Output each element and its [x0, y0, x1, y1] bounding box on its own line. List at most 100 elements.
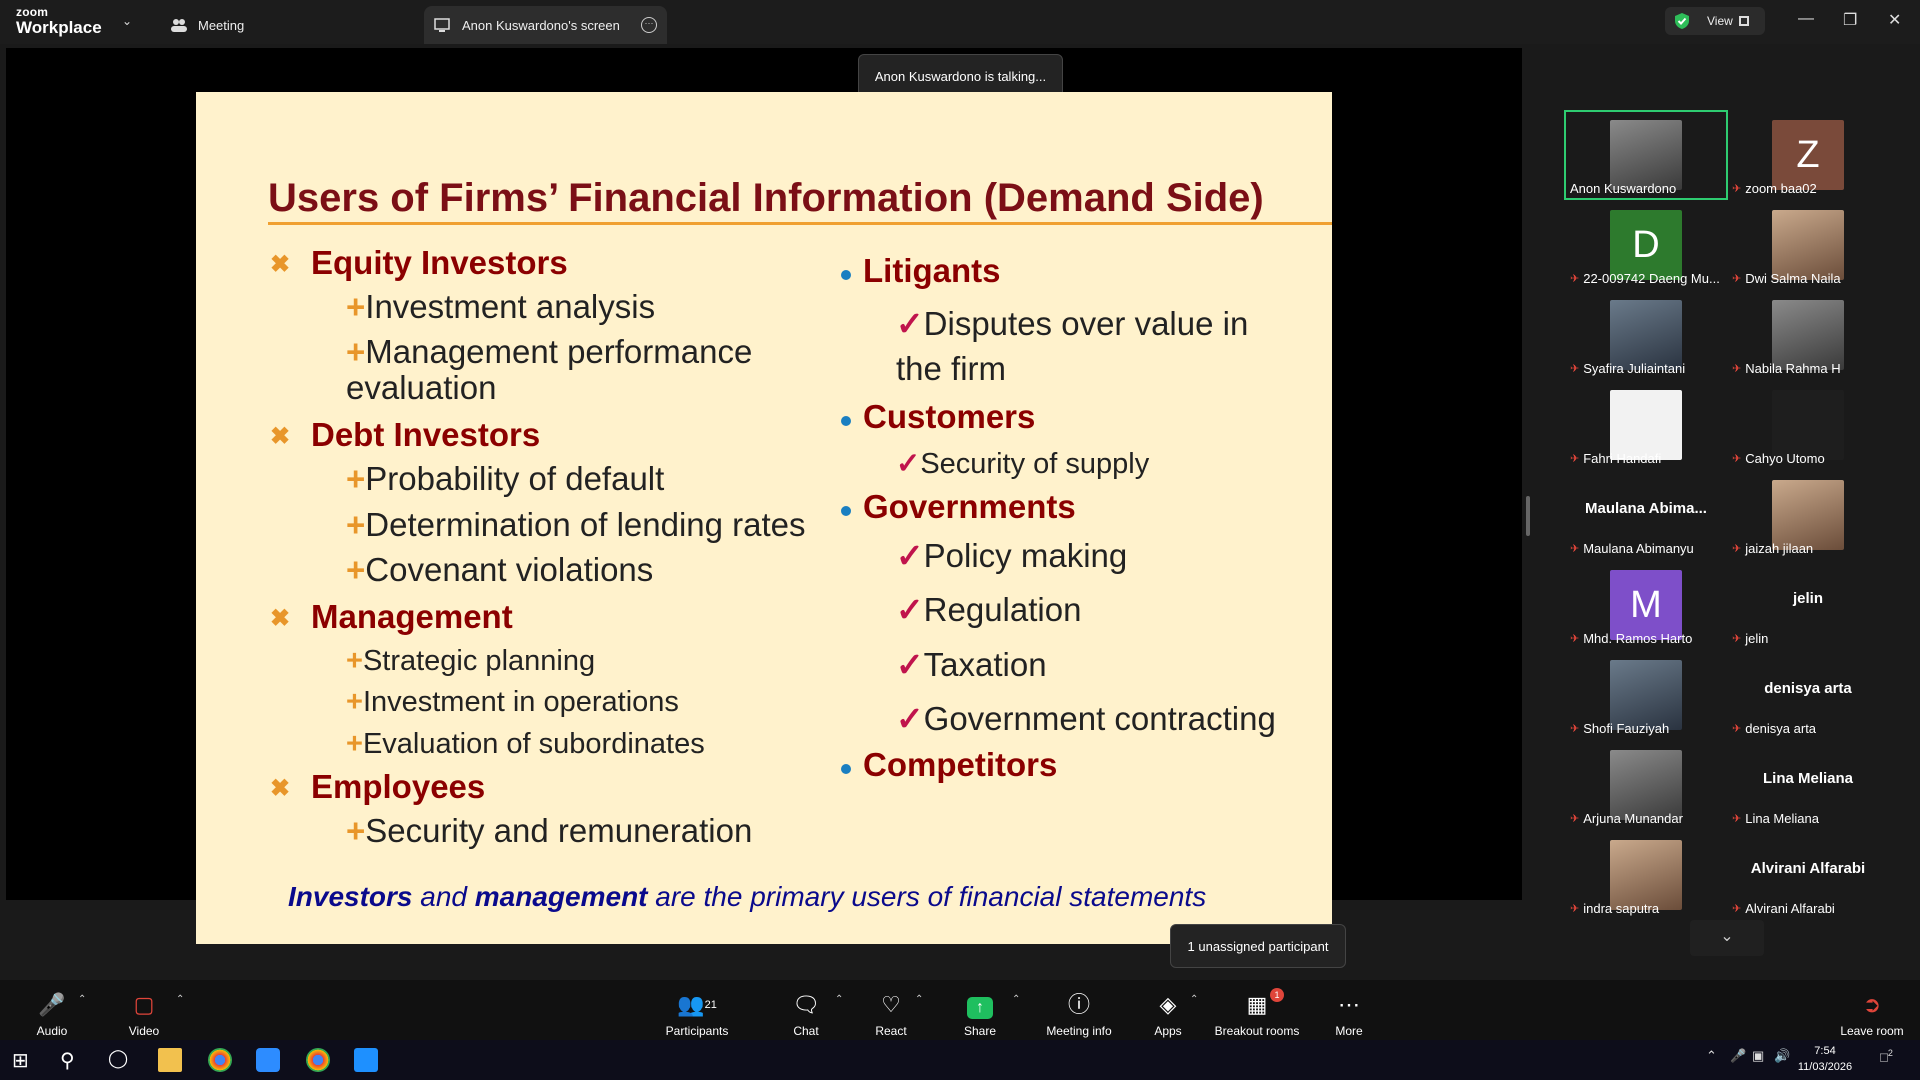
participant-tile[interactable]: denisya arta ✈ denisya arta	[1728, 652, 1888, 738]
participant-tile[interactable]: ✈ Shofi Fauziyah	[1566, 652, 1726, 738]
share-button[interactable]: ↑ Share	[960, 994, 1000, 1038]
mic-muted-icon: ✈	[1732, 813, 1742, 825]
participant-tile[interactable]: ✈ jaizah jilaan	[1728, 472, 1888, 558]
chevron-up-icon[interactable]: ⌃	[1706, 1048, 1717, 1064]
participant-name: Anon Kuswardono	[1570, 181, 1677, 196]
participant-tile[interactable]: Maulana Abima... ✈ Maulana Abimanyu	[1566, 472, 1726, 558]
windows-start-icon[interactable]: ⊞	[12, 1048, 36, 1072]
microphone-icon[interactable]: 🎤	[1730, 1048, 1746, 1064]
mic-muted-icon: ✈	[1570, 633, 1580, 645]
chat-button[interactable]: 🗨 Chat	[790, 992, 822, 1039]
tab-meeting[interactable]: Meeting	[170, 6, 244, 44]
minimize-icon[interactable]: —	[1798, 10, 1814, 28]
apps-icon: ◈	[1159, 992, 1177, 1017]
video-options-caret[interactable]: ⌃	[176, 994, 184, 1005]
avatar	[1772, 300, 1844, 370]
checkmark-icon: ✓	[896, 646, 924, 683]
share-options-caret[interactable]: ⌃	[1012, 994, 1020, 1005]
participant-name: ✈ Mhd. Ramos Harto	[1570, 631, 1693, 646]
participant-tile[interactable]: ✈ Arjuna Munandar	[1566, 742, 1726, 828]
volume-icon[interactable]: 🔊	[1774, 1048, 1790, 1064]
heading-equity-investors: Equity Investors	[311, 244, 568, 281]
presentation-slide: Users of Firms’ Financial Information (D…	[196, 92, 1332, 944]
bullet-dot-icon	[841, 270, 851, 280]
react-button[interactable]: ♡ React	[872, 994, 910, 1039]
tab-shared-screen[interactable]: Anon Kuswardono's screen ···	[424, 6, 667, 44]
file-explorer-icon[interactable]	[158, 1048, 182, 1072]
participant-tile[interactable]: ✈ indra saputra	[1566, 832, 1726, 918]
participant-tile[interactable]: Alvirani Alfarabi ✈ Alvirani Alfarabi	[1728, 832, 1888, 918]
tab-screen-label: Anon Kuswardono's screen	[462, 17, 620, 33]
breakout-icon: ▦ 1	[1212, 988, 1302, 1018]
chrome-icon[interactable]	[208, 1048, 232, 1072]
participant-tile[interactable]: jelin ✈ jelin	[1728, 562, 1888, 648]
apps-options-caret[interactable]: ⌃	[1190, 994, 1198, 1005]
participant-tile[interactable]: Lina Meliana ✈ Lina Meliana	[1728, 742, 1888, 828]
avatar	[1610, 750, 1682, 820]
audio-options-caret[interactable]: ⌃	[78, 994, 86, 1005]
heading-debt-investors: Debt Investors	[311, 416, 541, 453]
checkmark-icon: ✓	[896, 591, 924, 628]
close-icon[interactable]: ✕	[1888, 10, 1901, 30]
apps-label: Apps	[1154, 1024, 1182, 1038]
participant-tile[interactable]: Z ✈ zoom baa02	[1728, 112, 1888, 198]
shield-check-icon	[1675, 13, 1689, 29]
audio-button[interactable]: 🎤 Audio	[30, 992, 74, 1039]
video-button[interactable]: ▢ Video	[124, 994, 164, 1039]
meeting-info-button[interactable]: ⓘ Meeting info	[1042, 992, 1116, 1039]
clock-time: 7:54	[1814, 1045, 1836, 1057]
chat-icon: 🗨	[792, 992, 820, 1017]
zoom-app-icon[interactable]	[256, 1048, 280, 1072]
network-icon[interactable]: ▣	[1752, 1048, 1764, 1064]
restore-icon[interactable]: ❐	[1843, 10, 1857, 30]
sub-item-continued: evaluation	[346, 369, 497, 406]
participant-display-name: Alvirani Alfarabi	[1750, 860, 1866, 877]
avatar	[1772, 210, 1844, 280]
participant-tile[interactable]: Anon Kuswardono	[1564, 110, 1728, 200]
chevron-down-icon: ⌄	[1720, 928, 1734, 945]
search-icon[interactable]: ⚲	[60, 1048, 84, 1072]
avatar	[1610, 660, 1682, 730]
info-icon: ⓘ	[1067, 992, 1090, 1017]
photos-app-icon[interactable]	[354, 1048, 378, 1072]
react-options-caret[interactable]: ⌃	[915, 994, 923, 1005]
gallery-resize-handle[interactable]	[1526, 496, 1530, 536]
view-control[interactable]: View	[1665, 7, 1765, 35]
meeting-toolbar: 🎤 Audio ⌃ ▢ Video ⌃ 👥21 Participants 🗨 C…	[0, 980, 1920, 1040]
chat-options-caret[interactable]: ⌃	[835, 994, 843, 1005]
notifications-icon[interactable]: □2	[1880, 1048, 1893, 1064]
avatar: Z	[1772, 120, 1844, 190]
mic-muted-icon: ✈	[1732, 633, 1742, 645]
share-label: Share	[963, 1024, 997, 1038]
participant-tile[interactable]: M ✈ Mhd. Ramos Harto	[1566, 562, 1726, 648]
task-view-icon[interactable]: ◯	[108, 1048, 132, 1072]
chevron-down-icon[interactable]: ⌄	[122, 14, 132, 28]
participant-tile[interactable]: ✈ Fahri Handafi	[1566, 382, 1726, 468]
mic-muted-icon: ✈	[1570, 273, 1580, 285]
participant-tile[interactable]: D ✈ 22-009742 Daeng Mu...	[1566, 202, 1726, 288]
mic-muted-icon: ✈	[1732, 543, 1742, 555]
more-button[interactable]: ⋯ More	[1334, 994, 1364, 1039]
heading-litigants: Litigants	[863, 252, 1001, 289]
screen-share-icon	[434, 18, 450, 32]
apps-button[interactable]: ◈ Apps	[1150, 992, 1186, 1039]
leave-room-button[interactable]: ➲ Leave room	[1838, 994, 1906, 1039]
participant-name: ✈ denisya arta	[1732, 721, 1817, 736]
breakout-rooms-button[interactable]: ▦ 1 Breakout rooms	[1212, 988, 1302, 1038]
participant-name: ✈ indra saputra	[1570, 901, 1660, 916]
participant-tile[interactable]: ✈ Cahyo Utomo	[1728, 382, 1888, 468]
gallery-scroll-down[interactable]: ⌄	[1690, 920, 1764, 956]
participant-tile[interactable]: ✈ Nabila Rahma H	[1728, 292, 1888, 378]
participant-tile[interactable]: ✈ Syafira Juliaintani	[1566, 292, 1726, 378]
mic-muted-icon: 🎤	[38, 992, 66, 1017]
participants-button[interactable]: 👥21 Participants	[660, 994, 734, 1039]
participant-tile[interactable]: ✈ Dwi Salma Naila	[1728, 202, 1888, 288]
heading-governments: Governments	[863, 488, 1076, 525]
plus-icon: +	[346, 551, 366, 588]
participants-label: Participants	[665, 1024, 729, 1038]
react-label: React	[875, 1024, 907, 1038]
more-options-icon[interactable]: ···	[641, 17, 657, 33]
system-clock[interactable]: 7:54 11/03/2026	[1790, 1043, 1860, 1075]
chrome-icon[interactable]	[306, 1048, 330, 1072]
zoom-logo[interactable]: zoom Workplace	[16, 6, 102, 36]
